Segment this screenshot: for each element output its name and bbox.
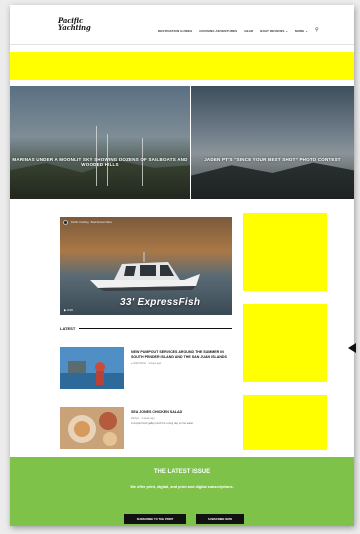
latest-label: Latest (60, 326, 76, 331)
latest-section-header: Latest (60, 326, 232, 331)
footer-title: The Latest Issue (153, 469, 211, 475)
boat-image (90, 252, 200, 291)
sidebar-ad-middle[interactable] (243, 304, 327, 382)
story-meta: Recipe · 1 week ago (131, 417, 155, 420)
hero-caption[interactable]: Jaden Pt’s “Since Your Best Shot” Photo … (191, 157, 354, 162)
hero-tile-marinas[interactable]: Marinas Under a Moonlit Sky Showing Doze… (10, 86, 190, 199)
story-excerpt: A simple fresh galley lunch for a long d… (131, 422, 194, 425)
site-header: Pacific Yachting Destination Guides Crui… (10, 5, 354, 45)
left-arrow-icon (348, 343, 356, 353)
hero-caption[interactable]: Marinas Under a Moonlit Sky Showing Doze… (10, 157, 190, 167)
play-icon[interactable]: ▶ 0:00 (64, 308, 73, 312)
story-thumbnail[interactable] (60, 407, 124, 449)
search-icon[interactable]: ⚲ (315, 28, 319, 33)
story-title[interactable]: New Pumpout Services Around the Summer i… (131, 350, 231, 360)
hero-landscape-image (191, 162, 354, 199)
list-item[interactable]: New Pumpout Services Around the Summer i… (60, 347, 232, 391)
divider (79, 328, 232, 329)
nav-item-gear[interactable]: Gear (244, 29, 253, 33)
sidebar-ad-bottom[interactable] (243, 395, 327, 450)
subscribe-print-button[interactable]: Subscribe to the print (124, 514, 186, 524)
web-page: Pacific Yachting Destination Guides Crui… (10, 5, 354, 526)
nav-item-boat-reviews[interactable]: Boat Reviews ⌄ (260, 29, 288, 33)
story-meta: ● Staff Writer · 3 days ago (131, 362, 162, 365)
nav-item-destination-guides[interactable]: Destination Guides (158, 29, 192, 33)
story-title[interactable]: Sea Jones Chicken Salad (131, 410, 231, 415)
video-title: Pacific Yachting · Boat Review Video (71, 221, 112, 224)
main-nav: Destination Guides Cruising Adventures G… (158, 28, 319, 33)
story-thumbnail[interactable] (60, 347, 124, 389)
list-item[interactable]: Sea Jones Chicken Salad Recipe · 1 week … (60, 407, 232, 451)
sailboat-mast (96, 126, 97, 186)
subscribe-digital-button[interactable]: Subscribe now (196, 514, 244, 524)
footer-subtitle: We offer print, digital, and print and d… (130, 485, 234, 489)
nav-item-cruising-adventures[interactable]: Cruising Adventures (199, 29, 237, 33)
nav-item-more[interactable]: More ⌄ (295, 29, 308, 33)
latest-issue-footer: The Latest Issue We offer print, digital… (10, 457, 354, 526)
sidebar-ad-top[interactable] (243, 213, 327, 291)
hero-tile-photo-contest[interactable]: Jaden Pt’s “Since Your Best Shot” Photo … (191, 86, 354, 199)
video-header: Pacific Yachting · Boat Review Video (63, 220, 112, 225)
video-player[interactable]: Pacific Yachting · Boat Review Video 33'… (60, 217, 232, 315)
site-logo[interactable]: Pacific Yachting (58, 17, 102, 37)
video-caption: 33' ExpressFish (120, 297, 201, 308)
story-text: New Pumpout Services Around the Summer i… (131, 350, 231, 365)
story-text: Sea Jones Chicken Salad Recipe · 1 week … (131, 410, 231, 425)
channel-avatar (63, 220, 68, 225)
top-ad-banner[interactable] (10, 52, 354, 80)
